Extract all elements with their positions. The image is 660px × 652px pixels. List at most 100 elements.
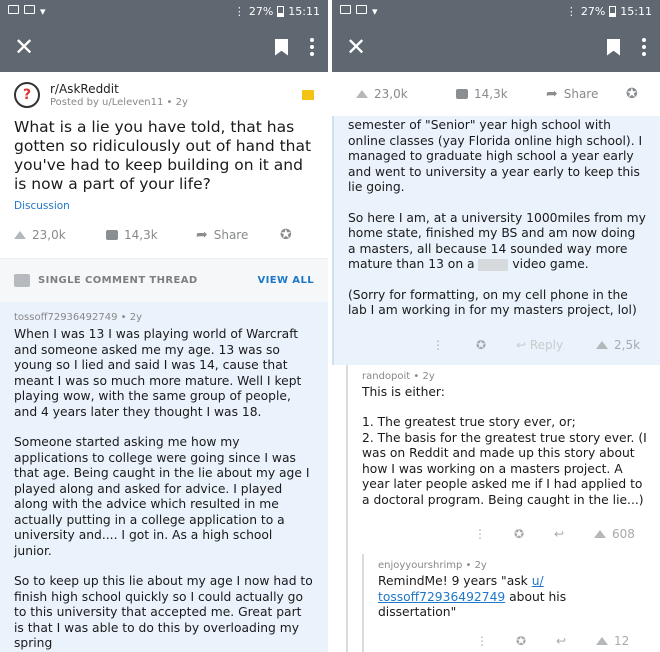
upvote-icon [596,636,608,645]
upvote-count: 23,0k [374,87,408,101]
comment-score: 12 [614,633,630,648]
notification-icon [8,4,19,14]
post-header: ? r/AskReddit Posted by u/Leleven11 • 2y… [0,72,328,258]
signal-icon: ⋮ [233,4,245,18]
status-bar: ▾ ⋮ 27% 15:11 [332,0,660,22]
comment-icon [456,89,468,99]
upvote-icon [596,340,608,349]
clock: 15:11 [288,4,320,18]
upvote-icon [594,530,606,538]
award-icon[interactable]: ✪ [280,227,292,243]
comment-score: 2,5k [614,337,641,352]
comment-paragraph: When I was 13 I was playing world of War… [14,327,302,419]
single-comment-thread-bar: SINGLE COMMENT THREAD VIEW ALL [0,258,328,302]
share-icon: ➦ [546,86,558,102]
comment-score: 608 [612,527,635,541]
comment-body: This is either: 1. The greatest true sto… [362,385,648,509]
comment-thread-icon [14,274,30,287]
award-icon[interactable]: ✪ [626,86,638,102]
comment-actions: ⋮ ✪ ↩ Reply 2,5k [348,325,646,365]
comment-icon [106,230,118,240]
comment-upvote-button[interactable]: 2,5k [596,338,640,352]
twitter-icon: ▾ [372,4,378,18]
comment-count: 14,3k [474,87,508,101]
more-options-icon[interactable] [642,38,646,56]
subreddit-avatar[interactable]: ? [14,82,40,108]
reply-icon[interactable]: ↩ [556,634,596,648]
award-icon[interactable]: ✪ [476,338,516,352]
post-title: What is a lie you have told, that has go… [14,118,312,193]
view-all-button[interactable]: VIEW ALL [258,275,315,286]
redacted-word [478,258,509,271]
left-screenshot: ▾ ⋮ 27% 15:11 ✕ ? r/AskReddit Posted by … [0,0,328,652]
comment-upvote-button[interactable]: 608 [594,527,635,541]
share-icon: ➦ [196,227,208,243]
comment-author[interactable]: randopoit • 2y [362,371,648,382]
comment-paragraph: This is either: [362,384,445,399]
gallery-icon [24,4,35,14]
comment-body: RemindMe! 9 years "ask u/ tossoff7293649… [378,574,636,621]
bookmark-icon[interactable] [275,38,288,56]
share-label: Share [213,228,249,242]
comment-paragraph: So to keep up this lie about my age I no… [14,574,313,650]
share-button[interactable]: ➦ Share [196,227,266,243]
battery-icon [609,5,617,17]
status-bar: ▾ ⋮ 27% 15:11 [0,0,328,22]
post-flair[interactable]: Discussion [14,200,314,212]
comment-continued: semester of "Senior" year high school wi… [332,116,660,365]
more-options-icon[interactable] [310,38,314,56]
gold-award-icon [302,90,314,100]
post-actions: 23,0k 14,3k ➦ Share ✪ [332,72,660,116]
comment-more-icon[interactable]: ⋮ [474,527,514,541]
upvote-button[interactable]: 23,0k [356,87,456,101]
battery-percent: 27% [248,4,274,18]
gallery-icon [356,4,367,14]
close-icon[interactable]: ✕ [14,35,34,59]
reply-label: Reply [529,337,564,352]
comment-text: video game. [512,257,589,271]
reply-button[interactable]: ↩ Reply [516,338,596,352]
comment-more-icon[interactable]: ⋮ [476,634,516,648]
upvote-count: 23,0k [32,228,66,242]
post-actions: 23,0k 14,3k ➦ Share ✪ [14,212,314,258]
signal-icon: ⋮ [565,4,577,18]
user-link[interactable]: u/ [532,574,544,588]
toolbar: ✕ [332,22,660,72]
comment-paragraph: (Sorry for formatting, on my cell phone … [348,287,637,318]
comment-paragraph: 1. The greatest true story ever, or; 2. … [362,415,647,507]
bookmark-icon[interactable] [607,38,620,56]
right-screenshot: ▾ ⋮ 27% 15:11 ✕ 23,0k 14,3k ➦ Share ✪ se… [332,0,660,652]
comment: tossoff72936492749 • 2y When I was 13 I … [0,302,328,652]
subreddit-name[interactable]: r/AskReddit [50,82,188,96]
comment-body: semester of "Senior" year high school wi… [348,118,646,319]
comment-author[interactable]: enjoyyourshrimp • 2y [378,560,636,571]
thread-label: SINGLE COMMENT THREAD [38,275,198,286]
comment-actions: ⋮ ✪ ↩ 12 [378,621,636,652]
reply-comment: randopoit • 2y This is either: 1. The gr… [346,364,660,652]
comment-upvote-button[interactable]: 12 [596,634,629,648]
comment-count: 14,3k [124,228,158,242]
upvote-icon [14,231,26,239]
comments-button[interactable]: 14,3k [456,87,546,101]
comment-text: RemindMe! 9 years "ask [378,574,532,588]
toolbar: ✕ [0,22,328,72]
upvote-button[interactable]: 23,0k [14,228,92,242]
clock: 15:11 [620,4,652,18]
award-icon[interactable]: ✪ [514,527,554,541]
nested-reply-comment: enjoyyourshrimp • 2y RemindMe! 9 years "… [362,554,648,652]
close-icon[interactable]: ✕ [346,35,366,59]
battery-percent: 27% [580,4,606,18]
user-link[interactable]: tossoff72936492749 [378,590,505,604]
comments-button[interactable]: 14,3k [106,228,196,242]
share-button[interactable]: ➦ Share [546,86,626,102]
award-icon[interactable]: ✪ [516,634,556,648]
comment-paragraph: So here I am, at a university 1000miles … [348,211,646,273]
battery-icon [277,5,285,17]
comment-author[interactable]: tossoff72936492749 • 2y [14,312,314,323]
upvote-icon [356,90,368,98]
posted-by: Posted by u/Leleven11 • 2y [50,97,188,108]
comment-paragraph: Someone started asking me how my applica… [14,435,310,558]
comment-body: When I was 13 I was playing world of War… [14,327,314,652]
reply-icon[interactable]: ↩ [554,527,594,541]
comment-more-icon[interactable]: ⋮ [432,338,476,352]
